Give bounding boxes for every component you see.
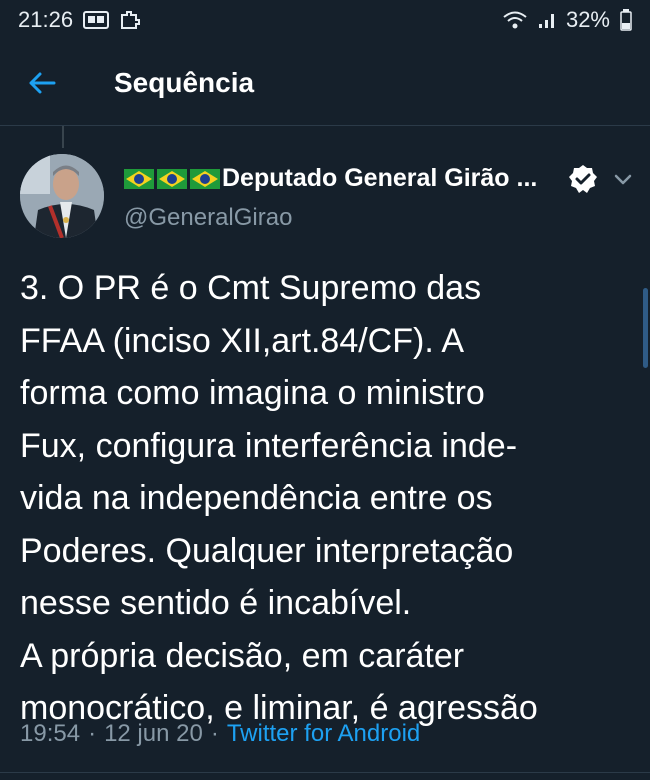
wifi-icon (502, 10, 528, 30)
meta-separator: · (88, 720, 97, 747)
puzzle-icon (119, 9, 141, 31)
meta-separator: · (210, 720, 219, 747)
avatar[interactable] (20, 154, 104, 238)
page-title: Sequência (114, 66, 255, 98)
author-handle[interactable]: @GeneralGirao (124, 204, 292, 232)
battery-icon (620, 9, 632, 31)
tweet-time: 19:54 (20, 720, 81, 747)
author-name[interactable]: Deputado General Girão ... (124, 164, 537, 193)
tweet-text: 3. O PR é o Cmt Supremo das FFAA (inciso… (20, 269, 538, 727)
signal-icon (538, 11, 556, 29)
tweet-meta: 19:54 · 12 jun 20 · Twitter for Android (20, 720, 420, 748)
scrollbar[interactable] (643, 288, 648, 368)
status-right: 32% (502, 7, 632, 33)
divider (0, 772, 650, 773)
top-app-bar: Sequência (0, 40, 650, 126)
status-left: 21:26 (18, 7, 141, 33)
battery-percent: 32% (565, 7, 610, 32)
gallery-icon (83, 10, 110, 30)
thread-connector-line (62, 126, 64, 148)
back-button[interactable] (22, 63, 62, 103)
status-time: 21:26 (18, 7, 74, 32)
arrow-left-icon (29, 72, 56, 93)
tweet-header: Deputado General Girão ... @GeneralGirao (20, 150, 640, 245)
tweet-date: 12 jun 20 (104, 720, 203, 747)
verified-badge-icon (569, 165, 597, 193)
chevron-down-icon[interactable] (610, 166, 636, 192)
brazil-flags-icon (124, 168, 220, 190)
tweet-source-link[interactable]: Twitter for Android (227, 720, 420, 748)
status-bar: 21:26 32% (0, 0, 650, 40)
display-name: Deputado General Girão ... (222, 164, 538, 192)
